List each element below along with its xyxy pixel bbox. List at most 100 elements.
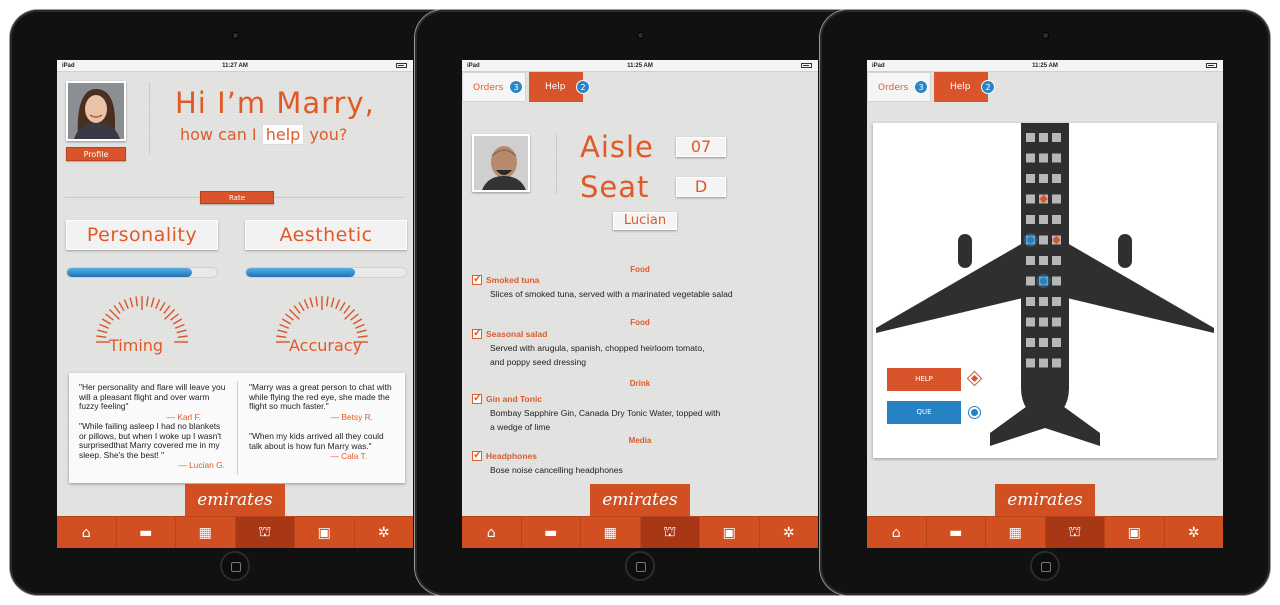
seat-map-card: HELP QUE	[873, 123, 1217, 458]
que-legend-button[interactable]: QUE	[887, 401, 961, 424]
seat[interactable]	[1039, 235, 1048, 245]
tab-gear[interactable]: ✲	[1165, 517, 1224, 548]
tab-map[interactable]: ▦	[986, 517, 1046, 548]
gauge-tick	[170, 313, 179, 321]
testimonial: "When my kids arrived all they could tal…	[249, 431, 397, 462]
tab-luggage[interactable]: ▣	[295, 517, 355, 548]
seat[interactable]	[1039, 338, 1048, 347]
seat[interactable]	[1026, 133, 1035, 142]
tab-home[interactable]: ⌂	[462, 517, 522, 548]
gauge-tick	[350, 313, 359, 321]
tab-help-label: Help	[950, 82, 971, 92]
status-bar: iPad 11:27 AM	[57, 60, 413, 72]
orders-count-badge: 3	[914, 80, 928, 94]
queue-marker[interactable]	[1040, 277, 1047, 285]
gauge-tick	[123, 299, 129, 310]
seat[interactable]	[1052, 297, 1061, 306]
right-wing	[1067, 243, 1214, 333]
order-item-title[interactable]: Headphones	[472, 448, 538, 461]
metric-aesthetic[interactable]: Aesthetic	[245, 220, 407, 250]
orders-count-badge: 3	[509, 80, 523, 94]
tab-gear[interactable]: ✲	[355, 517, 414, 548]
gauge-tick	[330, 297, 335, 308]
tab-ticket[interactable]: ▬	[117, 517, 176, 548]
ticket-icon: ▬	[544, 524, 558, 541]
seat[interactable]	[1052, 358, 1061, 368]
seat[interactable]	[1026, 358, 1035, 368]
home-icon: ⌂	[81, 524, 91, 541]
home-button[interactable]	[220, 551, 250, 581]
order-item-desc: Bombay Sapphire Gin, Canada Dry Tonic Wa…	[490, 406, 810, 434]
order-category: Food	[630, 318, 650, 327]
seat[interactable]	[1026, 317, 1035, 327]
tab-luggage[interactable]: ▣	[700, 517, 760, 548]
tab-service-bell[interactable]: ⛫	[235, 517, 295, 548]
seat[interactable]	[1026, 297, 1035, 306]
seat[interactable]	[1026, 215, 1035, 224]
order-title-text: Seasonal salad	[486, 329, 548, 339]
status-time: 11:25 AM	[627, 63, 653, 69]
seat[interactable]	[1052, 153, 1061, 163]
seat[interactable]	[1052, 338, 1061, 347]
tab-ticket[interactable]: ▬	[522, 517, 581, 548]
ipad-frame-2: iPad 11:25 AM Orders 3 Help 2 Aisle 07 S…	[415, 10, 865, 595]
seat[interactable]	[1039, 215, 1048, 224]
seat[interactable]	[1039, 256, 1048, 265]
tab-luggage[interactable]: ▣	[1105, 517, 1165, 548]
seat[interactable]	[1026, 194, 1035, 204]
tab-service-bell[interactable]: ⛫	[1045, 517, 1105, 548]
help-count-badge: 2	[576, 80, 590, 94]
luggage-icon: ▣	[722, 524, 736, 541]
order-item-title[interactable]: Gin and Tonic	[472, 391, 542, 404]
checkbox-icon[interactable]	[472, 391, 482, 404]
seat[interactable]	[1039, 358, 1048, 368]
rate-button[interactable]: Rate	[200, 191, 274, 204]
camera-icon	[232, 32, 239, 39]
checkbox-icon[interactable]	[472, 326, 482, 339]
metric-personality[interactable]: Personality	[66, 220, 218, 250]
seat[interactable]	[1052, 215, 1061, 224]
order-item-title[interactable]: Seasonal salad	[472, 326, 548, 339]
seat[interactable]	[1039, 153, 1048, 163]
seat[interactable]	[1052, 133, 1061, 142]
tab-service-bell[interactable]: ⛫	[640, 517, 700, 548]
home-button[interactable]	[625, 551, 655, 581]
tab-ticket[interactable]: ▬	[927, 517, 986, 548]
gauge-tick	[309, 297, 314, 308]
seat[interactable]	[1026, 256, 1035, 265]
greeting-title: Hi I’m Marry,	[175, 86, 375, 120]
seat[interactable]	[1039, 133, 1048, 142]
order-title-text: Headphones	[486, 451, 538, 461]
tab-help[interactable]: Help	[934, 72, 988, 102]
tab-map[interactable]: ▦	[176, 517, 236, 548]
order-item-title[interactable]: Smoked tuna	[472, 272, 539, 285]
checkbox-icon[interactable]	[472, 272, 482, 285]
home-button[interactable]	[1030, 551, 1060, 581]
tab-home[interactable]: ⌂	[57, 517, 117, 548]
tab-map[interactable]: ▦	[581, 517, 641, 548]
seat[interactable]	[1052, 174, 1061, 183]
help-legend-button[interactable]: HELP	[887, 368, 961, 391]
luggage-icon: ▣	[1127, 524, 1141, 541]
seat[interactable]	[1052, 317, 1061, 327]
profile-button[interactable]: Profile	[66, 147, 126, 161]
tab-help[interactable]: Help	[529, 72, 583, 102]
tab-gear[interactable]: ✲	[760, 517, 819, 548]
queue-marker[interactable]	[1027, 236, 1034, 244]
question-prefix: how can I	[180, 125, 257, 144]
seat[interactable]	[1026, 276, 1035, 286]
order-desc-line: Served with arugula, spanish, chopped he…	[490, 343, 705, 353]
seat[interactable]	[1052, 256, 1061, 265]
gauge-tick	[150, 297, 155, 308]
seat[interactable]	[1026, 338, 1035, 347]
checkbox-icon[interactable]	[472, 448, 482, 461]
tab-home[interactable]: ⌂	[867, 517, 927, 548]
seat[interactable]	[1039, 174, 1048, 183]
seat[interactable]	[1052, 276, 1061, 286]
seat[interactable]	[1026, 153, 1035, 163]
seat[interactable]	[1052, 194, 1061, 204]
seat[interactable]	[1039, 297, 1048, 306]
seat[interactable]	[1039, 317, 1048, 327]
ticket-icon: ▬	[949, 524, 963, 541]
seat[interactable]	[1026, 174, 1035, 183]
